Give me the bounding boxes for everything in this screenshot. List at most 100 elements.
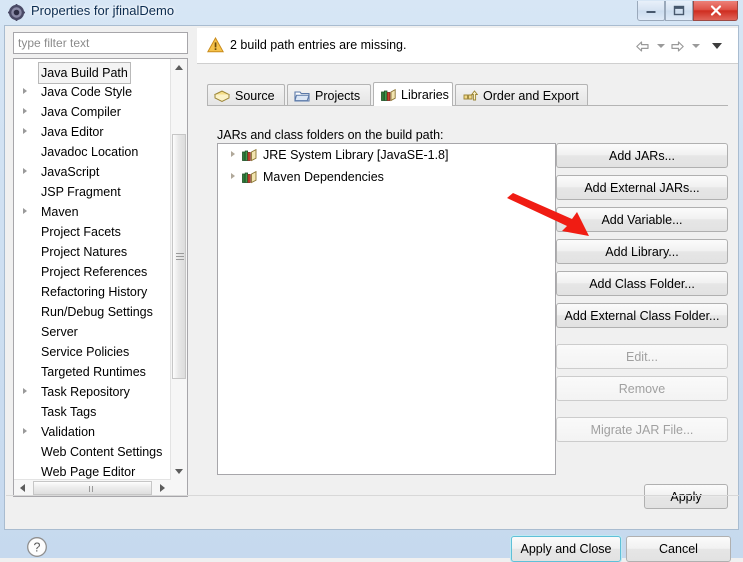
forward-button[interactable] <box>669 38 686 54</box>
sidebar-item-label: JSP Fragment <box>38 182 124 202</box>
chevron-down-icon <box>657 44 665 48</box>
sidebar-item-label: Task Repository <box>38 382 133 402</box>
button-label: Add External JARs... <box>584 181 699 195</box>
sidebar-item-targeted-runtimes[interactable]: Targeted Runtimes <box>14 362 172 382</box>
forward-history-dropdown[interactable] <box>690 38 701 54</box>
sidebar-item-label: Java Editor <box>38 122 107 142</box>
close-icon <box>694 1 737 20</box>
sidebar-item-task-tags[interactable]: Task Tags <box>14 402 172 422</box>
library-entry[interactable]: Maven Dependencies <box>218 166 555 188</box>
add-class-folder-button[interactable]: Add Class Folder... <box>556 271 728 296</box>
button-label: Add JARs... <box>609 149 675 163</box>
sidebar-item-label: Javadoc Location <box>38 142 141 162</box>
button-label: Migrate JAR File... <box>591 423 694 437</box>
back-button[interactable] <box>634 38 651 54</box>
sidebar-item-server[interactable]: Server <box>14 322 172 342</box>
warning-triangle-icon <box>207 37 224 53</box>
help-button[interactable]: ? <box>25 535 49 559</box>
button-label: Remove <box>619 382 666 396</box>
expand-arrow-icon[interactable] <box>23 208 27 214</box>
sidebar-item-javascript[interactable]: JavaScript <box>14 162 172 182</box>
migrate-jar-file-button: Migrate JAR File... <box>556 417 728 442</box>
expand-arrow-icon[interactable] <box>23 108 27 114</box>
window-title: Properties for jfinalDemo <box>31 3 174 18</box>
expand-arrow-icon[interactable] <box>23 88 27 94</box>
sidebar-item-web-content-settings[interactable]: Web Content Settings <box>14 442 172 462</box>
arrow-left-icon <box>635 40 650 53</box>
sidebar-item-jsp-fragment[interactable]: JSP Fragment <box>14 182 172 202</box>
sidebar-item-java-build-path[interactable]: Java Build Path <box>14 62 172 82</box>
library-icon <box>241 147 257 163</box>
sidebar-item-maven[interactable]: Maven <box>14 202 172 222</box>
tab-label: Source <box>235 89 275 103</box>
sidebar-horizontal-scrollbar[interactable] <box>14 479 171 496</box>
scrollbar-grip <box>176 253 184 261</box>
expand-arrow-icon[interactable] <box>23 428 27 434</box>
scrollbar-thumb-horizontal[interactable] <box>33 481 152 495</box>
chevron-down-icon <box>712 43 722 49</box>
apply-and-close-button[interactable]: Apply and Close <box>511 536 621 562</box>
libraries-tree[interactable]: JRE System Library [JavaSE-1.8]Maven Dep… <box>217 143 556 475</box>
svg-text:?: ? <box>34 540 41 554</box>
tab-source[interactable]: Source <box>207 84 285 106</box>
maximize-button[interactable] <box>665 1 693 21</box>
expand-arrow-icon[interactable] <box>231 151 235 157</box>
remove-button: Remove <box>556 376 728 401</box>
filter-field-wrapper[interactable] <box>13 32 188 54</box>
maximize-icon <box>666 1 692 20</box>
edit-button: Edit... <box>556 344 728 369</box>
button-label: Edit... <box>626 350 658 364</box>
close-button[interactable] <box>693 1 738 21</box>
sidebar-item-label: Service Policies <box>38 342 132 362</box>
add-library-button[interactable]: Add Library... <box>556 239 728 264</box>
add-variable-button[interactable]: Add Variable... <box>556 207 728 232</box>
scrollbar-thumb[interactable] <box>172 134 186 379</box>
sidebar-item-label: JavaScript <box>38 162 102 182</box>
cancel-button[interactable]: Cancel <box>626 536 731 562</box>
apply-button[interactable]: Apply <box>644 484 728 509</box>
scroll-right-button[interactable] <box>154 480 171 496</box>
properties-dialog: Properties for jfinalDemo <box>0 0 743 558</box>
button-label: Add Variable... <box>601 213 682 227</box>
scrollbar-corner <box>171 480 187 496</box>
add-external-class-folder-button[interactable]: Add External Class Folder... <box>556 303 728 328</box>
sidebar-item-java-code-style[interactable]: Java Code Style <box>14 82 172 102</box>
expand-arrow-icon[interactable] <box>23 128 27 134</box>
scroll-up-button[interactable] <box>171 59 187 76</box>
button-label: Add External Class Folder... <box>565 309 720 323</box>
add-jars-button[interactable]: Add JARs... <box>556 143 728 168</box>
sidebar-item-task-repository[interactable]: Task Repository <box>14 382 172 402</box>
sidebar-item-service-policies[interactable]: Service Policies <box>14 342 172 362</box>
help-question-icon: ? <box>25 535 49 559</box>
library-entry[interactable]: JRE System Library [JavaSE-1.8] <box>218 144 555 166</box>
sidebar-item-javadoc-location[interactable]: Javadoc Location <box>14 142 172 162</box>
sidebar-item-label: Project Facets <box>38 222 124 242</box>
tab-projects[interactable]: Projects <box>287 84 371 106</box>
tab-libraries[interactable]: Libraries <box>373 82 453 106</box>
sidebar-item-java-editor[interactable]: Java Editor <box>14 122 172 142</box>
minimize-button[interactable] <box>637 1 665 21</box>
add-external-jars-button[interactable]: Add External JARs... <box>556 175 728 200</box>
eclipse-properties-icon <box>8 4 25 21</box>
sidebar-item-project-references[interactable]: Project References <box>14 262 172 282</box>
sidebar-item-project-facets[interactable]: Project Facets <box>14 222 172 242</box>
sidebar-item-label: Server <box>38 322 81 342</box>
expand-arrow-icon[interactable] <box>231 173 235 179</box>
sidebar-item-java-compiler[interactable]: Java Compiler <box>14 102 172 122</box>
sidebar-item-validation[interactable]: Validation <box>14 422 172 442</box>
sidebar-item-run-debug-settings[interactable]: Run/Debug Settings <box>14 302 172 322</box>
search-input[interactable] <box>14 36 187 50</box>
expand-arrow-icon[interactable] <box>23 168 27 174</box>
page-menu-button[interactable] <box>709 38 725 54</box>
sidebar-item-project-natures[interactable]: Project Natures <box>14 242 172 262</box>
scroll-down-button[interactable] <box>171 463 187 480</box>
libraries-description: JARs and class folders on the build path… <box>217 128 444 142</box>
scroll-left-button[interactable] <box>14 480 31 496</box>
apply-button-label: Apply <box>670 490 701 504</box>
sidebar-vertical-scrollbar[interactable] <box>170 59 187 480</box>
apply-and-close-label: Apply and Close <box>520 542 611 556</box>
expand-arrow-icon[interactable] <box>23 388 27 394</box>
tab-order-and-export[interactable]: Order and Export <box>455 84 588 106</box>
back-history-dropdown[interactable] <box>655 38 666 54</box>
sidebar-item-refactoring-history[interactable]: Refactoring History <box>14 282 172 302</box>
